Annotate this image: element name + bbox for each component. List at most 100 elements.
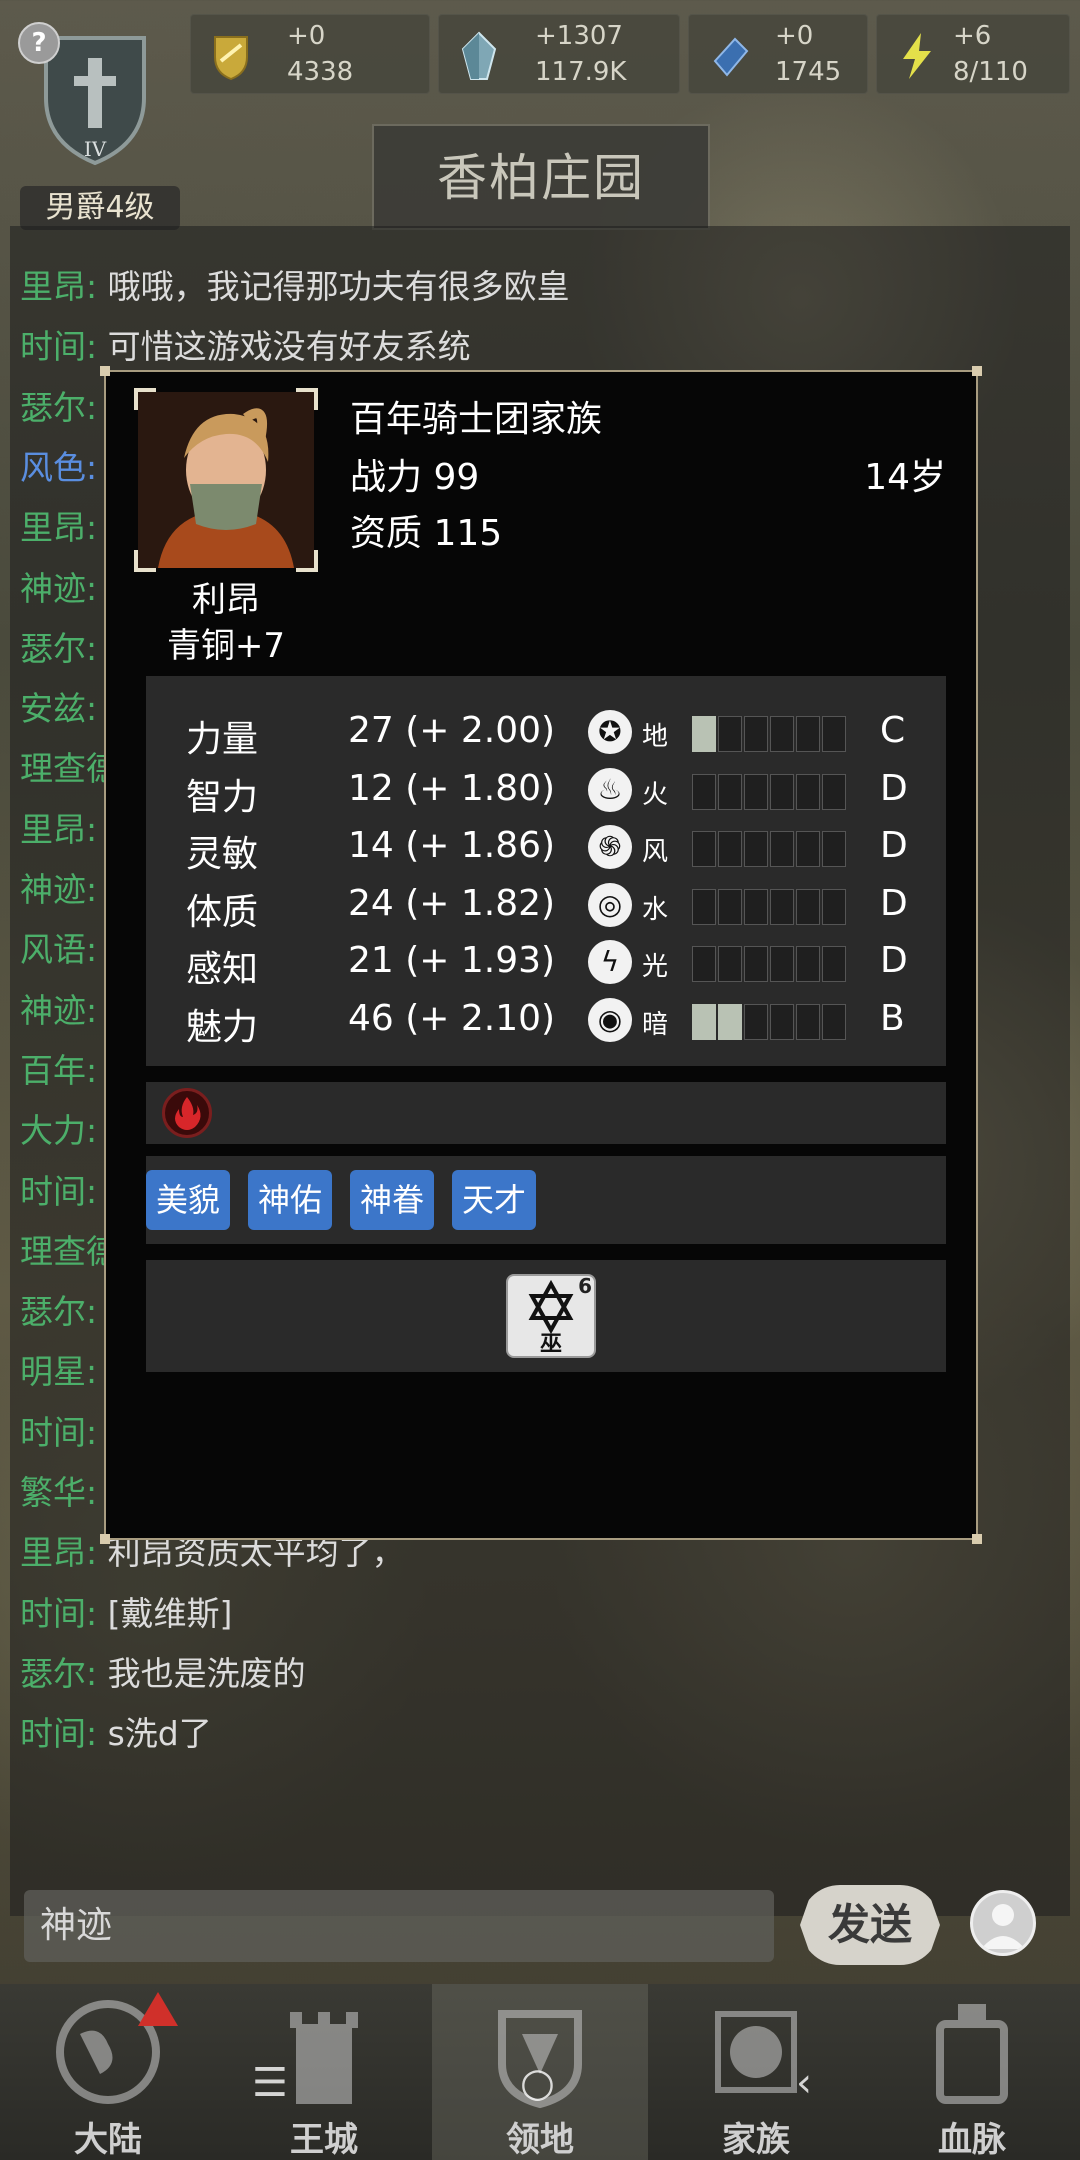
chat-speaker[interactable]: 时间	[20, 327, 86, 366]
trait-tag[interactable]: 天才	[452, 1170, 537, 1230]
system-back-button[interactable]: ‹	[796, 2060, 812, 2106]
resource-delta: +0	[775, 21, 814, 51]
trait-tag[interactable]: 美貌	[146, 1170, 231, 1230]
chat-message[interactable]: 神迹:	[20, 863, 97, 911]
character-detail-dialog[interactable]: 利昂 青铜+7 百年骑士团家族 战力 99 资质 115 14岁 力量 27 (+…	[100, 366, 982, 1544]
stat-row[interactable]: 智力 12 (+ 1.80) ♨ 火 D	[146, 762, 946, 820]
level-segment	[692, 716, 716, 752]
stat-grade: D	[880, 882, 908, 924]
level-segment	[770, 716, 794, 752]
chat-message[interactable]: 时间:	[20, 1165, 97, 1213]
chat-message[interactable]: 明星:	[20, 1345, 97, 1393]
chat-speaker[interactable]: 里昂	[20, 1533, 86, 1572]
chat-speaker[interactable]: 时间	[20, 1413, 86, 1452]
element-name: 暗	[642, 1009, 669, 1040]
chat-message[interactable]: 安兹:	[20, 682, 97, 730]
chat-separator: :	[86, 870, 98, 909]
trait-tag[interactable]: 神佑	[248, 1170, 333, 1230]
chat-speaker[interactable]: 繁华	[20, 1473, 86, 1512]
system-menu-button[interactable]: ☰	[252, 2060, 288, 2106]
resource-energy[interactable]: +6 8/110	[876, 14, 1070, 94]
level-segment	[718, 831, 742, 867]
chat-message[interactable]: 里昂: 哦哦，我记得那功夫有很多欧皇	[20, 260, 570, 308]
chat-speaker[interactable]: 瑟尔	[20, 629, 86, 668]
status-effect-row	[146, 1082, 946, 1144]
character-rank: 青铜+7	[166, 626, 286, 666]
help-button[interactable]: ?	[18, 22, 60, 64]
nav-bloodline[interactable]: 血脉	[864, 1984, 1080, 2160]
nav-royal-city[interactable]: 王城	[216, 1984, 432, 2160]
chat-speaker[interactable]: 神迹	[20, 870, 86, 909]
chat-speaker[interactable]: 里昂	[20, 267, 86, 306]
system-home-button[interactable]: ○	[520, 2060, 555, 2106]
element-name: 风	[642, 837, 669, 867]
stat-grade: D	[880, 940, 908, 981]
nav-family[interactable]: 家族	[648, 1984, 864, 2160]
shield-coin-icon	[214, 36, 248, 81]
resource-gold[interactable]: +0 4338	[190, 14, 430, 94]
chat-speaker[interactable]: 风色	[20, 448, 86, 487]
chat-speaker[interactable]: 时间	[20, 1594, 86, 1633]
chat-speaker[interactable]: 大力	[20, 1111, 86, 1150]
chat-message[interactable]: 风色:	[20, 441, 97, 489]
chat-message[interactable]: 瑟尔:	[20, 622, 97, 670]
chat-message[interactable]: 时间: [戴维斯]	[20, 1587, 232, 1635]
resource-total: 8/110	[953, 57, 1028, 87]
chat-speaker[interactable]: 明星	[20, 1352, 86, 1391]
chat-message[interactable]: 风语:	[20, 923, 97, 971]
character-portrait[interactable]	[138, 392, 314, 568]
estate-title[interactable]: 香柏庄园	[372, 124, 710, 230]
resource-gem[interactable]: +0 1745	[688, 14, 868, 94]
chat-message[interactable]: 神迹:	[20, 984, 97, 1032]
level-segment	[796, 1003, 820, 1040]
chat-speaker[interactable]: 时间	[20, 1172, 86, 1211]
stat-row[interactable]: 魅力 46 (+ 2.10) ◉ 暗 B	[146, 992, 946, 1050]
nav-label: 血脉	[938, 2120, 1006, 2160]
level-segment	[692, 946, 716, 982]
stat-row[interactable]: 感知 21 (+ 1.93) ϟ 光 D	[146, 934, 946, 992]
chat-message[interactable]: 时间:	[20, 1406, 97, 1454]
chat-speaker[interactable]: 瑟尔	[20, 1292, 86, 1331]
stat-row[interactable]: 体质 24 (+ 1.82) ◎ 水 D	[146, 877, 946, 935]
chat-speaker[interactable]: 神迹	[20, 569, 86, 608]
chat-message[interactable]: 里昂:	[20, 501, 97, 549]
skill-badge[interactable]: 6 巫	[506, 1274, 596, 1358]
chat-input[interactable]: 神迹	[24, 1890, 774, 1962]
chat-separator: :	[86, 1352, 98, 1392]
chat-speaker[interactable]: 时间	[20, 1714, 86, 1753]
stat-row[interactable]: 力量 27 (+ 2.00) ✪ 地 C	[146, 704, 946, 762]
chat-message[interactable]: 百年:	[20, 1044, 97, 1092]
fire-element-icon[interactable]	[162, 1088, 212, 1138]
stat-row[interactable]: 灵敏 14 (+ 1.86) ֍ 风 D	[146, 819, 946, 877]
stat-value: 27 (+ 2.00)	[348, 710, 556, 751]
element-level-bar	[692, 773, 846, 810]
chat-message[interactable]: 繁华:	[20, 1466, 97, 1514]
chat-speaker[interactable]: 瑟尔	[20, 388, 86, 427]
stat-grade: D	[880, 825, 908, 866]
level-segment	[770, 773, 794, 810]
chat-message[interactable]: 瑟尔: 我也是洗废的	[20, 1647, 306, 1695]
profile-avatar[interactable]	[970, 1890, 1036, 1956]
chat-message[interactable]: 里昂:	[20, 803, 97, 851]
chat-message[interactable]: 时间: s洗d了	[20, 1707, 212, 1755]
chat-message[interactable]: 神迹:	[20, 562, 97, 610]
resource-crystal[interactable]: +1307 117.9K	[438, 14, 680, 94]
trait-tag[interactable]: 神眷	[350, 1170, 435, 1230]
chat-message[interactable]: 瑟尔:	[20, 1285, 97, 1333]
chat-speaker[interactable]: 里昂	[20, 508, 86, 547]
chat-speaker[interactable]: 安兹	[20, 689, 86, 728]
chat-separator: :	[86, 689, 98, 729]
chat-speaker[interactable]: 瑟尔	[20, 1654, 86, 1693]
chat-separator: :	[86, 809, 98, 849]
chat-message[interactable]: 瑟尔:	[20, 381, 97, 429]
level-segment	[744, 773, 768, 810]
chat-speaker[interactable]: 百年	[20, 1051, 86, 1090]
chat-message[interactable]: 时间: 可惜这游戏没有好友系统	[20, 320, 471, 368]
nav-continent[interactable]: 大陆	[0, 1984, 216, 2160]
chat-text: 哦哦，我记得那功夫有很多欧皇	[107, 267, 570, 306]
chat-speaker[interactable]: 神迹	[20, 991, 86, 1030]
chat-speaker[interactable]: 风语	[20, 930, 86, 969]
chat-speaker[interactable]: 里昂	[20, 810, 86, 849]
send-button[interactable]: 发送	[800, 1885, 940, 1965]
chat-message[interactable]: 大力:	[20, 1104, 97, 1152]
